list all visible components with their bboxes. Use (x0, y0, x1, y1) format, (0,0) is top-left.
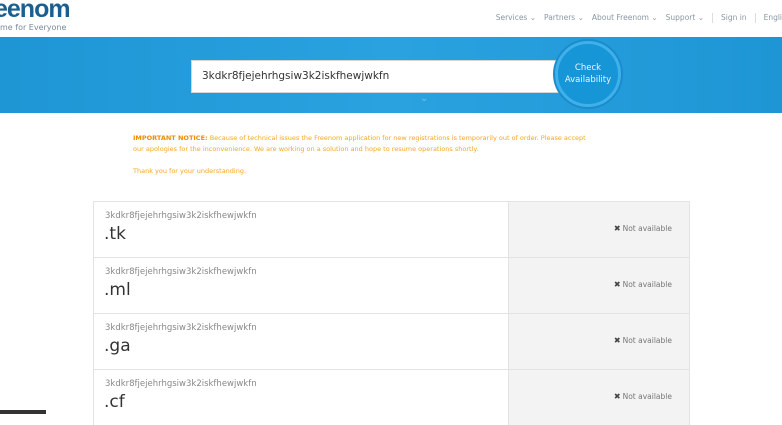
status-badge: ✖ Not available (614, 392, 672, 401)
chevron-down-icon: ⌄ (420, 93, 429, 104)
status-badge: ✖ Not available (614, 336, 672, 345)
notice-thanks: Thank you for your understanding. (133, 167, 247, 175)
result-domain: 3kdkr8fjejehrhgsiw3k2iskfhewjwkfn (105, 211, 257, 221)
language-selector[interactable]: Engli (764, 13, 782, 23)
sign-in-link[interactable]: Sign in (721, 13, 747, 23)
result-domain: 3kdkr8fjejehrhgsiw3k2iskfhewjwkfn (105, 267, 257, 277)
result-tld: .cf (104, 392, 125, 412)
nav-divider (754, 13, 756, 23)
result-tld: .tk (104, 224, 126, 244)
results-list: 3kdkr8fjejehrhgsiw3k2iskfhewjwkfn .tk ✖ N… (93, 201, 690, 425)
main-nav: Services ⌄ Partners ⌄ About Freenom ⌄ Su… (496, 13, 782, 23)
result-row: 3kdkr8fjejehrhgsiw3k2iskfhewjwkfn .ml ✖ N… (93, 257, 690, 313)
close-icon: ✖ (613, 336, 621, 345)
important-notice: IMPORTANT NOTICE: Because of technical i… (133, 133, 593, 177)
status-badge: ✖ Not available (614, 280, 672, 289)
top-header: eenom me for Everyone Services ⌄ Partner… (0, 0, 782, 37)
status-text: Not available (622, 224, 672, 233)
nav-about[interactable]: About Freenom ⌄ (592, 13, 658, 23)
nav-support[interactable]: Support ⌄ (666, 13, 704, 23)
domain-search-input[interactable]: 3kdkr8fjejehrhgsiw3k2iskfhewjwkfn (191, 60, 563, 93)
nav-partners[interactable]: Partners ⌄ (544, 13, 584, 23)
result-tld: .ga (104, 336, 131, 356)
close-icon: ✖ (613, 392, 621, 401)
nav-divider (711, 13, 713, 23)
status-text: Not available (622, 392, 672, 401)
check-availability-button[interactable]: Check Availability (555, 41, 621, 107)
status-badge: ✖ Not available (614, 224, 672, 233)
check-availability-label: Check Availability (564, 63, 612, 85)
result-row: 3kdkr8fjejehrhgsiw3k2iskfhewjwkfn .tk ✖ N… (93, 201, 690, 257)
search-hero: 3kdkr8fjejehrhgsiw3k2iskfhewjwkfn Check … (0, 37, 782, 113)
bottom-overlay-tab[interactable] (0, 410, 46, 414)
close-icon: ✖ (613, 224, 621, 233)
result-tld: .ml (104, 280, 131, 300)
nav-services[interactable]: Services ⌄ (496, 13, 536, 23)
result-row: 3kdkr8fjejehrhgsiw3k2iskfhewjwkfn .cf ✖ N… (93, 369, 690, 425)
result-domain: 3kdkr8fjejehrhgsiw3k2iskfhewjwkfn (105, 379, 257, 389)
status-text: Not available (622, 280, 672, 289)
status-text: Not available (622, 336, 672, 345)
result-domain: 3kdkr8fjejehrhgsiw3k2iskfhewjwkfn (105, 323, 257, 333)
result-row: 3kdkr8fjejehrhgsiw3k2iskfhewjwkfn .ga ✖ N… (93, 313, 690, 369)
freenom-logo[interactable]: eenom (0, 0, 71, 24)
logo-tagline: me for Everyone (0, 23, 67, 32)
close-icon: ✖ (613, 280, 621, 289)
notice-label: IMPORTANT NOTICE: (133, 134, 208, 142)
